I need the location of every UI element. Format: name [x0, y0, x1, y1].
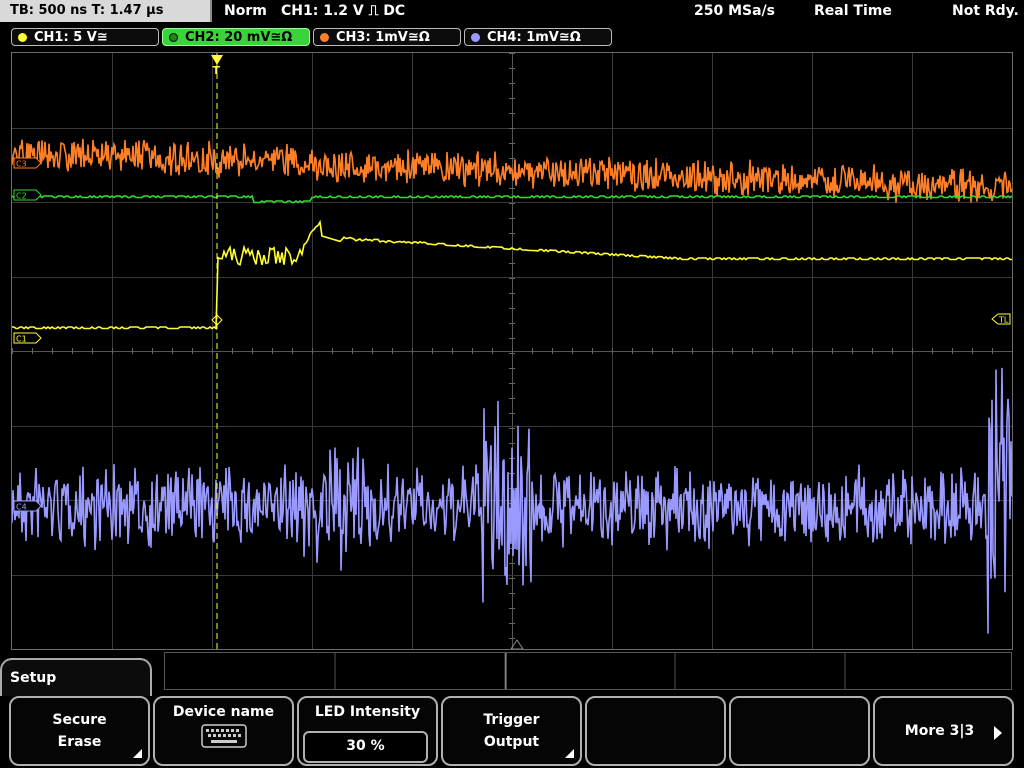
tab-ch1[interactable]: CH1: 5 V≅ — [11, 28, 159, 46]
sample-rate-readout: 250 MSa/s — [694, 3, 776, 19]
tab-ch4[interactable]: CH4: 1mV≅Ω — [464, 28, 612, 46]
waveform-display[interactable]: C3 C2 C1 C4 TL T — [11, 52, 1013, 650]
submenu-triangle-icon — [565, 749, 574, 758]
acquisition-state: Not Rdy. — [952, 3, 1019, 19]
menu-ruler — [164, 652, 1012, 690]
ch1-label: CH1: 5 V≅ — [34, 30, 108, 45]
secure-erase-label-line1: Secure — [52, 712, 107, 728]
ch3-color-dot — [320, 33, 329, 42]
ch4-color-dot — [471, 33, 480, 42]
more-label: More 3|3 — [904, 723, 975, 739]
ch3-marker-label: C3 — [16, 160, 27, 169]
ch1-color-dot — [18, 33, 27, 42]
device-name-button[interactable]: Device name — [153, 696, 294, 766]
trigger-level-label: TL — [998, 316, 1009, 325]
tab-ch3[interactable]: CH3: 1mV≅Ω — [313, 28, 461, 46]
ch1-marker-label: C1 — [16, 335, 27, 344]
trigger-output-label-line1: Trigger — [483, 712, 540, 728]
softkey-empty-5[interactable] — [585, 696, 726, 766]
trigger-output-button[interactable]: Trigger Output — [441, 696, 582, 766]
keyboard-icon — [200, 724, 247, 752]
softkey-empty-6[interactable] — [729, 696, 870, 766]
timebase-readout[interactable]: TB: 500 ns T: 1.47 µs — [0, 0, 212, 22]
tab-ch2[interactable]: CH2: 20 mV≅Ω — [162, 28, 310, 46]
led-intensity-label: LED Intensity — [314, 704, 421, 720]
trigger-level-marker[interactable]: TL — [991, 313, 1011, 325]
graticule — [12, 53, 1012, 649]
trigger-mode[interactable]: Norm — [224, 0, 267, 22]
ch3-marker[interactable]: C3 — [13, 157, 42, 169]
trigger-output-label-line2: Output — [483, 734, 540, 750]
ch3-label: CH3: 1mV≅Ω — [336, 30, 430, 45]
ch2-marker-label: C2 — [16, 192, 27, 201]
ch4-label: CH4: 1mV≅Ω — [487, 30, 581, 45]
ch1-marker[interactable]: C1 — [13, 332, 42, 344]
more-button[interactable]: More 3|3 — [873, 696, 1014, 766]
ch2-marker[interactable]: C2 — [13, 189, 42, 201]
device-name-label: Device name — [172, 704, 275, 720]
submenu-triangle-icon — [133, 749, 142, 758]
trigger-source-readout[interactable]: CH1: 1.2 V ⎍ DC — [281, 0, 405, 22]
menu-title: Setup — [0, 658, 152, 696]
ch2-label: CH2: 20 mV≅Ω — [185, 30, 293, 45]
secure-erase-button[interactable]: Secure Erase — [9, 696, 150, 766]
next-arrow-icon — [994, 726, 1002, 740]
ch2-color-dot — [169, 33, 178, 42]
ch4-marker[interactable]: C4 — [13, 500, 42, 512]
acquisition-mode: Real Time — [814, 3, 892, 19]
ch4-marker-label: C4 — [16, 503, 27, 512]
led-intensity-button[interactable]: LED Intensity 30 % — [297, 696, 438, 766]
led-intensity-value[interactable]: 30 % — [303, 731, 428, 763]
status-bar: TB: 500 ns T: 1.47 µs Norm CH1: 1.2 V ⎍ … — [0, 0, 1024, 24]
trigger-position-label: T — [213, 64, 221, 77]
secure-erase-label-line2: Erase — [57, 734, 102, 750]
